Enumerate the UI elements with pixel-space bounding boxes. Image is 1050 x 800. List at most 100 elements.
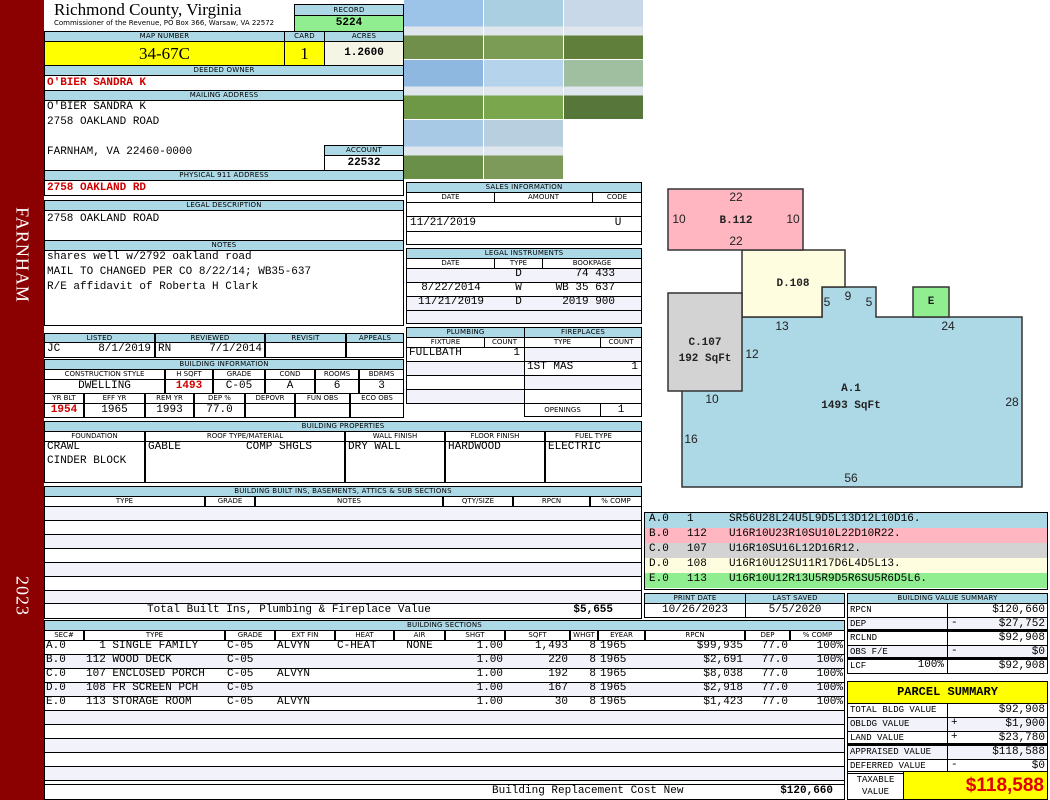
legend-path: SR56U28L24U5L9D5L13D12L10D16.	[729, 513, 921, 525]
property-photo[interactable]	[404, 120, 483, 179]
note-line: R/E affidavit of Roberta H Clark	[47, 281, 259, 293]
value-summary-extra	[900, 604, 946, 617]
building-section-cell: 8	[589, 641, 596, 652]
last-saved-date: 5/5/2020	[745, 603, 845, 618]
building-section-cell: 113 STORAGE ROOM	[86, 697, 192, 708]
building-section-row	[44, 710, 845, 725]
sketch-dimension: 28	[1005, 395, 1019, 409]
builtins-row	[44, 576, 642, 591]
property-photo[interactable]	[564, 0, 643, 59]
openings-count: 1	[600, 403, 642, 417]
review-cell	[265, 342, 346, 358]
parcel-row-label: APPRAISED VALUE	[847, 745, 948, 760]
legend-code: 112	[687, 528, 707, 540]
legend-section: E.0	[649, 573, 669, 585]
building-section-cell: 1.00	[476, 669, 503, 680]
foundation: CRAWL	[47, 441, 81, 453]
building-section-cell	[335, 697, 394, 710]
building-section-cell: 220	[548, 655, 568, 666]
value-summary-sign: -	[951, 618, 958, 629]
builtins-row	[44, 534, 642, 549]
foundation: CINDER BLOCK	[47, 455, 127, 467]
parcel-row-label: OBLDG VALUE	[847, 717, 948, 732]
fuel-type: ELECTRIC	[548, 441, 601, 453]
mailing-address-line: 2758 OAKLAND ROAD	[47, 116, 160, 128]
sketch-dimension: 5	[824, 295, 831, 309]
building-section-cell: $1,423	[703, 697, 743, 708]
parcel-row-sign: +	[951, 718, 958, 729]
replacement-cost-value: $120,660	[780, 785, 833, 797]
legend-section: C.0	[649, 543, 669, 555]
building-section-cell	[394, 655, 445, 668]
sketch-dimension: 10	[705, 392, 719, 406]
reviewed-date: 7/1/2014	[209, 343, 262, 355]
sale-date: 11/21/2019	[410, 217, 477, 229]
sketch-area-label: E	[928, 296, 935, 308]
property-photo[interactable]	[404, 0, 483, 59]
building-section-cell: NONE	[406, 641, 433, 652]
parcel-row-sign	[949, 704, 963, 717]
building-section-row	[44, 738, 845, 753]
legal-description: 2758 OAKLAND ROAD	[44, 210, 404, 241]
parcel-row-label: LAND VALUE	[847, 731, 948, 746]
legend-code: 108	[687, 558, 707, 570]
property-photo[interactable]	[484, 120, 563, 179]
legend-section: A.0	[649, 513, 669, 525]
acres-value: 1.2600	[324, 41, 404, 66]
building-section-cell: D.0	[46, 683, 66, 694]
county-subtitle: Commissioner of the Revenue, PO Box 366,…	[54, 19, 275, 27]
property-photo[interactable]	[484, 0, 563, 59]
sketch-area-label: C.107	[688, 337, 721, 349]
building-info-value: 77.0	[194, 403, 245, 418]
building-section-cell: 1965	[600, 697, 627, 708]
building-section-cell	[275, 655, 335, 668]
fireplace-type: 1ST MAS	[527, 362, 574, 373]
builtins-total-label: Total Built Ins, Plumbing & Fireplace Va…	[147, 604, 431, 616]
building-section-cell: 77.0	[761, 641, 788, 652]
card-number: 1	[284, 41, 325, 66]
building-section-cell: 1.00	[476, 655, 503, 666]
building-section-cell: C-05	[227, 655, 254, 666]
sales-row	[406, 231, 642, 245]
property-photo[interactable]	[564, 60, 643, 119]
fireplace-count: 1	[631, 362, 638, 373]
sketch-dimension: 12	[745, 347, 759, 361]
building-section-cell: C-05	[227, 697, 254, 708]
building-section-cell: 77.0	[761, 655, 788, 666]
instrument-date: 11/21/2019	[417, 296, 484, 308]
building-section-cell: 1965	[600, 655, 627, 666]
physical-address: 2758 OAKLAND RD	[44, 180, 404, 196]
building-info-value: 6	[315, 379, 359, 394]
sketch-dimension: 16	[684, 432, 698, 446]
building-info-value	[350, 403, 404, 418]
builtins-row	[44, 562, 642, 577]
builtins-row	[44, 548, 642, 563]
building-section-cell: C.0	[46, 669, 66, 680]
property-photo[interactable]	[404, 60, 483, 119]
building-info-value	[295, 403, 350, 418]
builtins-total-value: $5,655	[573, 604, 613, 616]
building-section-cell: ALVYN	[277, 697, 311, 708]
building-section-cell: 107 ENCLOSED PORCH	[86, 669, 205, 680]
property-photo[interactable]	[484, 60, 563, 119]
building-section-cell: 8	[589, 697, 596, 708]
building-section-cell: C-HEAT	[337, 641, 377, 652]
building-section-cell: $99,935	[696, 641, 743, 652]
sales-row	[406, 202, 642, 217]
sketch-area-label: B.112	[719, 215, 752, 227]
building-section-cell	[394, 669, 445, 682]
mailing-address-line: FARNHAM, VA 22460-0000	[47, 146, 193, 158]
record-number: 5224	[294, 15, 404, 32]
building-section-cell: 8	[589, 669, 596, 680]
building-section-cell	[275, 683, 335, 696]
building-section-cell: A.0	[46, 641, 66, 652]
value-summary-sign	[949, 604, 963, 617]
sketch-dimension: 22	[729, 234, 743, 248]
deeded-owner: O'BIER SANDRA K	[44, 75, 404, 91]
instrument-row	[406, 310, 642, 324]
taxable-value: $118,588	[903, 771, 1048, 800]
district-name: FARNHAM	[12, 207, 33, 303]
building-section-row	[44, 766, 845, 781]
building-section-row	[44, 752, 845, 767]
building-section-cell: 1965	[600, 641, 627, 652]
